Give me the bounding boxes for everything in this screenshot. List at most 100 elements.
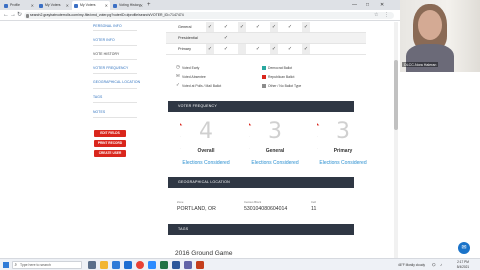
sidebar-item-tags[interactable]: TAGS [93,95,102,99]
windows-taskbar: ⌕ Type here to search 46°F Mostly cloudy … [0,258,480,270]
browser-tab-profile[interactable]: Profile ✕ [2,1,36,10]
democrat-swatch [262,66,266,70]
legend-voted-early: ◷ Voted Early [176,64,200,70]
video-call-tile: DLCC-Nora Haleran [400,0,480,72]
history-cell: ✓ [223,46,229,52]
history-cell: ✓ [270,22,278,32]
url-field[interactable]: search2.grayhatrvoterrolls.com/my-file/c… [24,12,394,19]
envelope-icon: ✉ [176,73,180,79]
sidebar-item-geographical-location[interactable]: GEOGRAPHICAL LOCATION [93,80,140,84]
history-cell: ✓ [206,44,214,54]
sidebar-divider [93,88,137,89]
tab-favicon-icon [113,3,117,8]
voter-frequency-header: VOTER FREQUENCY [168,101,354,112]
geo-field-label: Zone [177,200,184,204]
powerpoint-icon[interactable] [196,261,204,269]
minimize-button[interactable]: — [352,0,357,10]
frequency-value: 4 [199,119,213,144]
tags-header: TAGS [168,224,354,235]
browser-menu-icon[interactable]: ⋮ [384,11,389,20]
republican-swatch [262,75,266,79]
edge-icon[interactable] [112,261,120,269]
forward-icon[interactable]: → [10,11,16,20]
close-tab-icon[interactable]: ✕ [105,1,108,10]
clock-date: 5/4/2021 [456,265,470,269]
history-cell: ✓ [255,46,261,52]
elections-considered-link[interactable]: Elections Considered [313,160,373,166]
history-cell: ✓ [270,44,278,54]
frequency-title: General [265,148,285,154]
network-icon[interactable]: ⌬ [432,259,436,270]
geo-field-value: 11 [311,206,317,212]
browser-tab-voting-history[interactable]: Voting History ✕ [111,1,145,10]
legend-democrat: Democrat Ballot [262,66,292,70]
chrome-icon[interactable] [136,261,144,269]
sidebar-item-notes[interactable]: NOTES [93,110,105,114]
back-icon[interactable]: ← [3,11,9,20]
clock-icon: ◷ [176,64,180,70]
word-icon[interactable] [172,261,180,269]
reload-icon[interactable]: ↻ [17,11,22,20]
tab-favicon-icon [74,3,78,8]
table-row: Primary ✓ ✓ ✓ ✓ ✓ ✓ [166,44,366,55]
taskbar-clock[interactable]: 2:17 PM 5/4/2021 [452,260,474,270]
history-cell: ✓ [302,44,310,54]
sidebar-item-vote-history[interactable]: VOTE HISTORY [93,52,119,56]
history-cell: ✓ [223,35,229,41]
legend-other: Other / No Ballot Type [262,84,301,88]
sidebar-divider [93,59,137,60]
mail-icon[interactable] [124,261,132,269]
history-cell: ✓ [206,22,214,32]
file-explorer-icon[interactable] [100,261,108,269]
frequency-primary: ◣ · · 3 Primary Elections Considered [313,120,373,170]
elections-considered-link[interactable]: Elections Considered [245,160,305,166]
table-row: General ✓ ✓ ✓ ✓ ✓ ✓ ✓ [166,22,366,33]
frequency-value: 3 [268,119,282,144]
tab-favicon-icon [4,3,8,8]
page-scrollbar[interactable] [394,22,398,258]
frequency-title: Overall [197,148,215,154]
history-cell: ✓ [302,22,310,32]
close-tab-icon[interactable]: ✕ [66,1,69,10]
start-menu-icon[interactable] [3,262,9,268]
excel-icon[interactable] [160,261,168,269]
teams-icon[interactable] [184,261,192,269]
election-type-label: Presidential [178,36,198,40]
participant-name: DLCC-Nora Haleran [402,62,439,67]
lock-icon [26,13,29,18]
close-window-button[interactable]: ✕ [380,0,384,10]
history-cell: ✓ [255,24,261,30]
scrollbar-thumb[interactable] [394,60,398,130]
zoom-icon[interactable] [148,261,156,269]
geo-field-label: Cell [311,200,316,204]
check-icon: ✓ [176,82,180,88]
close-tab-icon[interactable]: ✕ [140,1,143,10]
geographical-location-header: GEOGRAPHICAL LOCATION [168,177,354,188]
maximize-button[interactable]: □ [366,0,369,10]
bookmark-star-icon[interactable]: ☆ [374,11,378,20]
table-row: Presidential ✓ [166,33,366,44]
other-swatch [262,84,266,88]
edit-fields-button[interactable]: EDIT FIELDS [94,130,126,137]
close-tab-icon[interactable]: ✕ [31,1,34,10]
new-tab-icon[interactable]: + [147,1,151,9]
participant-body [406,44,454,72]
sidebar-item-personal-info[interactable]: PERSONAL INFO [93,24,122,28]
weather-widget[interactable]: 46°F Mostly cloudy [398,259,425,270]
geo-field-value: 530104080604014 [244,206,288,212]
browser-tab-my-voters[interactable]: My Voters ✕ [37,1,71,10]
sidebar-divider [93,102,137,103]
volume-icon[interactable]: ♪ [440,259,442,270]
sidebar-item-voter-info[interactable]: VOTER INFO [93,38,115,42]
history-cell [238,44,246,54]
create-user-button[interactable]: CREATE USER [94,150,126,157]
task-view-icon[interactable] [88,261,96,269]
sidebar-item-voter-frequency[interactable]: VOTER FREQUENCY [93,66,128,70]
history-cell: ✓ [238,22,246,32]
chat-icon[interactable]: ✉ [458,242,470,254]
browser-tab-my-voters-active[interactable]: My Voters ✕ [72,1,110,10]
sidebar-divider [93,73,137,74]
print-record-button[interactable]: PRINT RECORD [94,140,126,147]
taskbar-search-input[interactable]: ⌕ Type here to search [12,261,82,269]
elections-considered-link[interactable]: Elections Considered [176,160,236,166]
